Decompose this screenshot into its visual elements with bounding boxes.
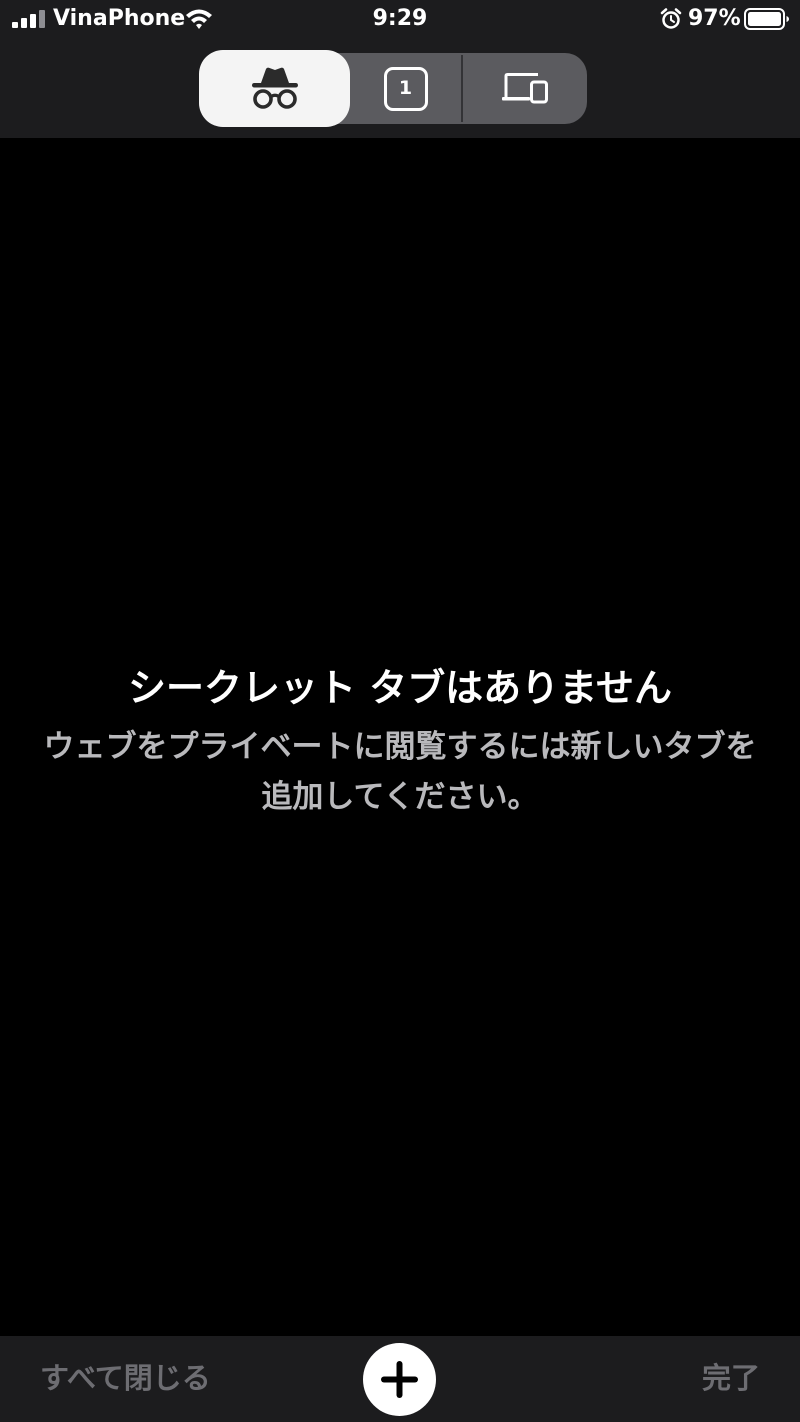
tab-switcher: 1 (199, 50, 587, 127)
tab-other-devices[interactable] (463, 53, 587, 124)
empty-state-description-line2: 追加してください。 (261, 779, 539, 815)
empty-state-title: シークレット タブはありません (127, 666, 673, 710)
battery-icon (744, 8, 789, 30)
new-tab-button[interactable] (363, 1343, 436, 1416)
tab-count-label: 1 (398, 77, 413, 99)
wifi-icon (186, 9, 212, 29)
tab-incognito[interactable] (199, 50, 350, 127)
tab-count-icon: 1 (383, 66, 428, 111)
done-button[interactable]: 完了 (702, 1356, 760, 1400)
empty-state-description: ウェブをプライベートに閲覧するには新しいタブを 追加してください。 (0, 722, 800, 822)
status-time: 9:29 (372, 6, 428, 31)
incognito-icon (251, 67, 298, 109)
alarm-icon (660, 8, 682, 29)
carrier-name: VinaPhone (53, 6, 186, 31)
signal-icon (12, 10, 45, 28)
bottom-toolbar: すべて閉じる 完了 (0, 1336, 800, 1422)
status-bar: VinaPhone 9:29 97% (0, 0, 800, 40)
battery-percent: 97% (688, 6, 741, 31)
plus-icon (381, 1361, 418, 1398)
tab-regular[interactable]: 1 (350, 53, 461, 124)
devices-icon (502, 72, 548, 103)
empty-state-description-line1: ウェブをプライベートに閲覧するには新しいタブを (43, 729, 757, 765)
top-area: VinaPhone 9:29 97% 1 (0, 0, 800, 138)
close-all-button[interactable]: すべて閉じる (40, 1356, 211, 1400)
